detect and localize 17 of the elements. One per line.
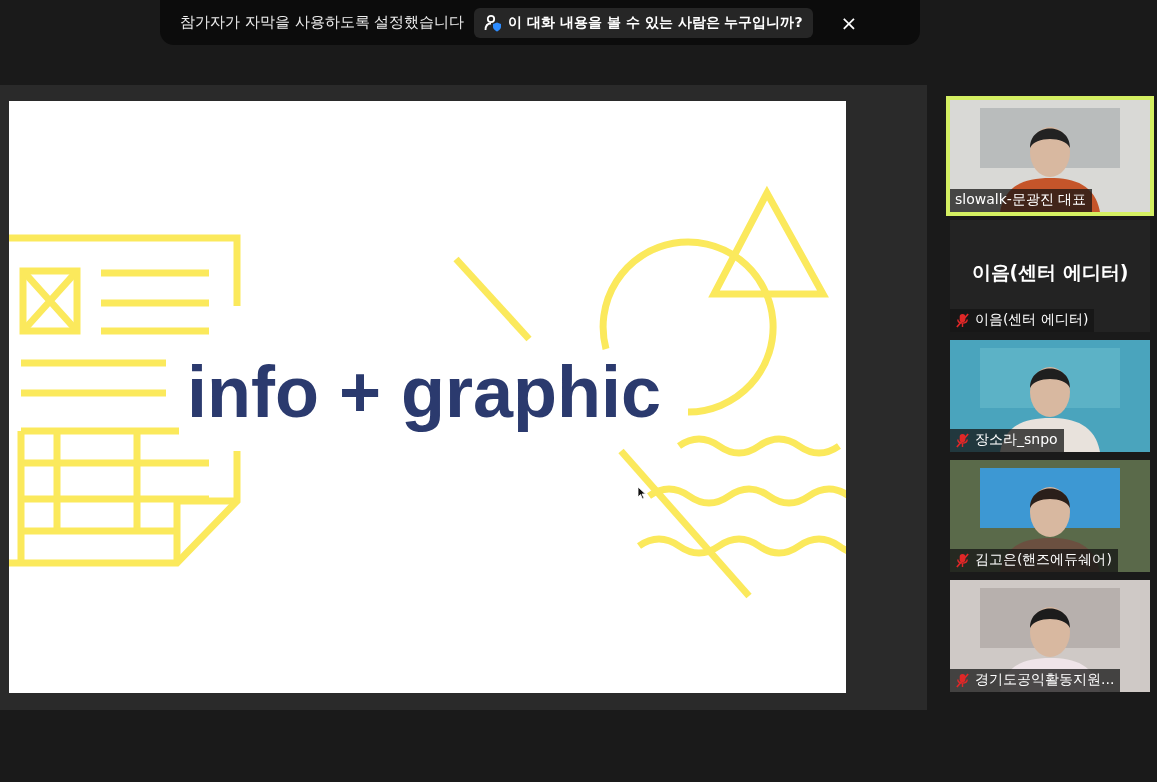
participant-tile[interactable]: 김고은(핸즈에듀쉐어) xyxy=(950,460,1150,572)
participant-display-name: 이음(센터 에디터) xyxy=(970,260,1130,285)
participant-name: slowalk-문광진 대표 xyxy=(955,191,1087,209)
slide-title: info + graphic xyxy=(187,351,662,433)
banner-message: 참가자가 자막을 사용하도록 설정했습니다 xyxy=(180,13,465,32)
participant-tile[interactable]: slowalk-문광진 대표 xyxy=(946,96,1154,216)
participant-name: 이음(센터 에디터) xyxy=(975,311,1089,329)
participant-name: 김고은(핸즈에듀쉐어) xyxy=(975,551,1112,569)
participant-name: 경기도공익활동지원... xyxy=(975,671,1115,689)
mouse-cursor-icon xyxy=(638,487,646,499)
close-button[interactable]: × xyxy=(834,10,864,35)
participant-name: 장소라_snpo xyxy=(975,431,1058,449)
person-shield-icon xyxy=(484,13,503,32)
participant-tile[interactable]: 장소라_snpo xyxy=(950,340,1150,452)
privacy-info-button[interactable]: 이 대화 내용을 볼 수 있는 사람은 누구입니까? xyxy=(474,7,813,38)
participant-tile[interactable]: 이음(센터 에디터) 이음(센터 에디터) xyxy=(950,220,1150,332)
participant-tile[interactable]: 경기도공익활동지원... xyxy=(950,580,1150,692)
